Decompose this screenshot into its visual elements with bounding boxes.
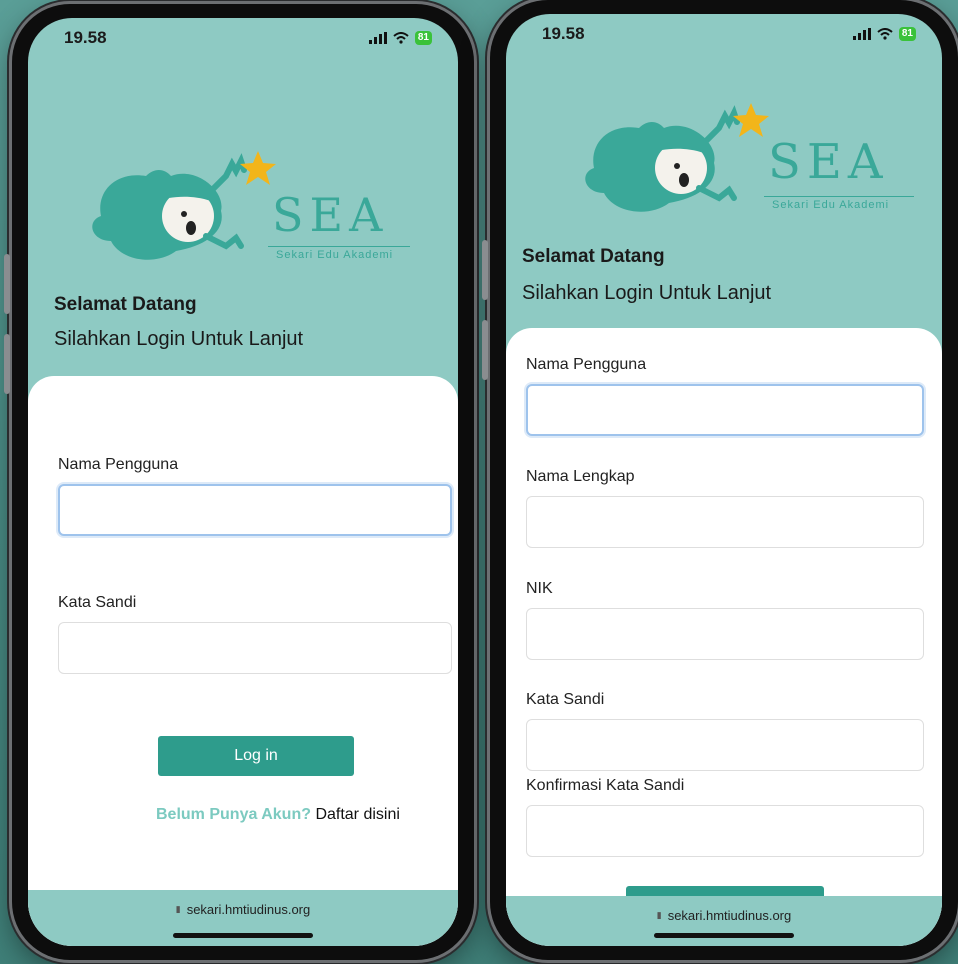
welcome-subtitle: Silahkan Login Untuk Lanjut bbox=[522, 282, 772, 304]
logo-brand: SEA bbox=[272, 188, 389, 242]
password-label: Kata Sandi bbox=[526, 691, 605, 708]
lock-icon: ▮ bbox=[656, 910, 662, 920]
welcome-subtitle: Silahkan Login Untuk Lanjut bbox=[54, 328, 304, 350]
login-card: Nama Pengguna Kata Sandi Log in Belum Pu… bbox=[28, 376, 458, 946]
login-button[interactable]: Log in bbox=[158, 736, 354, 776]
confirm-password-label: Konfirmasi Kata Sandi bbox=[526, 777, 685, 794]
url-bar[interactable]: ▮ sekari.hmtiudinus.org bbox=[506, 896, 942, 946]
status-bar: 19.58 81 bbox=[28, 18, 458, 58]
volume-up-button bbox=[482, 240, 488, 300]
phone-register: 19.58 81 SEA Sekari Edu Akademi Selamat … bbox=[482, 0, 958, 960]
battery-icon: 81 bbox=[898, 27, 916, 41]
fullname-input[interactable] bbox=[526, 496, 924, 548]
sea-logo: SEA Sekari Edu Akademi bbox=[76, 146, 410, 281]
phone-login: 19.58 81 SEA Sekari Edu Akademi Selamat … bbox=[4, 4, 474, 960]
url-text: sekari.hmtiudinus.org bbox=[667, 908, 792, 923]
signal-icon bbox=[368, 32, 387, 44]
wifi-icon bbox=[393, 32, 409, 44]
battery-icon: 81 bbox=[414, 31, 432, 45]
register-card: Nama Pengguna Nama Lengkap NIK Kata Sand… bbox=[506, 328, 942, 946]
home-indicator[interactable] bbox=[654, 933, 794, 938]
nik-input[interactable] bbox=[526, 608, 924, 660]
logo-tagline: Sekari Edu Akademi bbox=[772, 199, 890, 211]
password-input[interactable] bbox=[58, 622, 452, 674]
volume-down-button bbox=[4, 334, 10, 394]
username-label: Nama Pengguna bbox=[526, 356, 647, 373]
welcome-title: Selamat Datang bbox=[54, 294, 197, 315]
logo-brand: SEA bbox=[768, 134, 889, 190]
logo-divider bbox=[268, 246, 410, 247]
status-time: 19.58 bbox=[64, 28, 107, 47]
lock-icon: ▮ bbox=[175, 904, 181, 914]
logo-tagline: Sekari Edu Akademi bbox=[276, 249, 394, 261]
welcome-title: Selamat Datang bbox=[522, 246, 665, 267]
username-label: Nama Pengguna bbox=[58, 456, 179, 473]
status-bar: 19.58 81 bbox=[506, 14, 942, 54]
logo-divider bbox=[764, 196, 914, 197]
username-input[interactable] bbox=[526, 384, 924, 436]
register-screen: 19.58 81 SEA Sekari Edu Akademi Selamat … bbox=[506, 14, 942, 946]
confirm-password-input[interactable] bbox=[526, 805, 924, 857]
status-time: 19.58 bbox=[542, 24, 585, 43]
home-indicator[interactable] bbox=[173, 933, 313, 938]
username-input[interactable] bbox=[58, 484, 452, 536]
no-account-text: Belum Punya Akun? bbox=[156, 806, 311, 823]
wifi-icon bbox=[877, 28, 893, 40]
password-input[interactable] bbox=[526, 719, 924, 771]
volume-up-button bbox=[4, 254, 10, 314]
fullname-label: Nama Lengkap bbox=[526, 468, 635, 485]
register-link[interactable]: Daftar disini bbox=[315, 806, 399, 823]
register-prompt: Belum Punya Akun? Daftar disini bbox=[156, 806, 400, 824]
url-text: sekari.hmtiudinus.org bbox=[186, 902, 311, 917]
sea-logo: SEA Sekari Edu Akademi bbox=[564, 98, 914, 233]
password-label: Kata Sandi bbox=[58, 594, 137, 611]
signal-icon bbox=[852, 28, 871, 40]
nik-label: NIK bbox=[526, 580, 553, 597]
volume-down-button bbox=[482, 320, 488, 380]
login-screen: 19.58 81 SEA Sekari Edu Akademi Selamat … bbox=[28, 18, 458, 946]
